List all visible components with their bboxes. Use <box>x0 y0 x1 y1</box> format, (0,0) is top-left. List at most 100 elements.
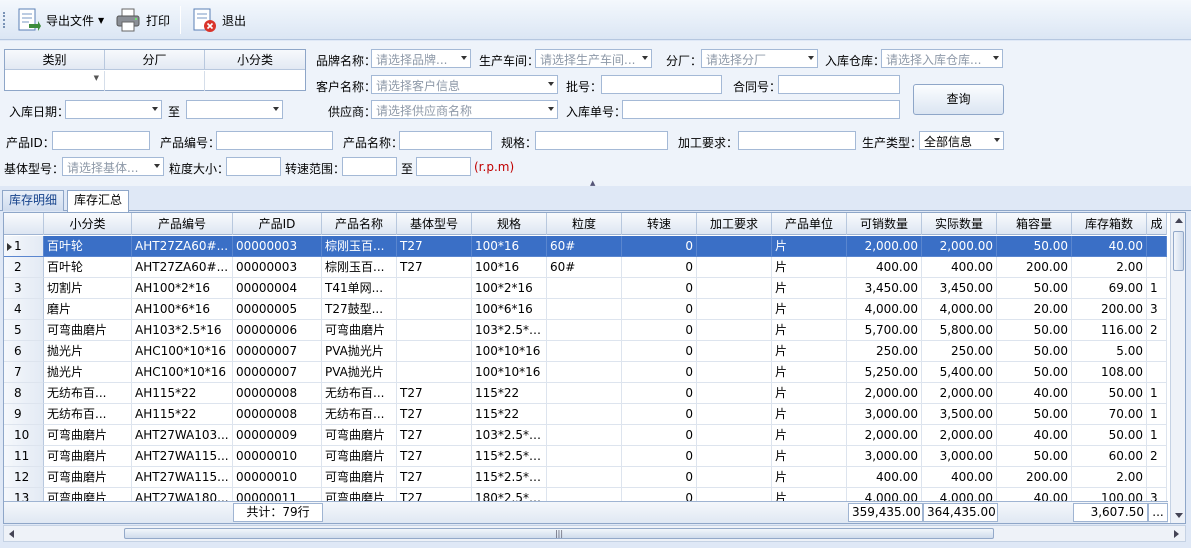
table-row[interactable]: 9 无纺布百... AH115*22 00000008 无纺布百... T27 115*22… <box>4 404 1168 425</box>
toolbar-grip[interactable] <box>3 12 6 28</box>
horizontal-scrollbar[interactable]: ||| <box>3 525 1186 542</box>
table-row[interactable]: 11 可弯曲磨片 AHT27WA115... 00000010 可弯曲磨片 T27 115*… <box>4 446 1168 467</box>
table-cell: 片 <box>772 362 847 383</box>
speed-max-input[interactable] <box>416 157 471 176</box>
cost-col-header[interactable]: 成 <box>1147 213 1167 235</box>
product-name-input[interactable] <box>399 131 492 150</box>
product-code-input[interactable] <box>216 131 333 150</box>
table-cell: 5,400.00 <box>922 362 997 383</box>
subcategory-col-header[interactable]: 小分类 <box>44 213 132 235</box>
table-cell: 可弯曲磨片 <box>44 446 132 467</box>
table-cell: 可弯曲磨片 <box>44 467 132 488</box>
warehouse-select[interactable]: 请选择入库仓库... <box>881 49 1003 68</box>
tab-stock-detail[interactable]: 库存明细 <box>2 190 65 211</box>
contract-input[interactable] <box>778 75 900 94</box>
toolbar: 导出文件 ▼ 打印 退出 <box>0 0 1191 40</box>
chevron-down-icon <box>152 107 158 111</box>
box-count-col-header[interactable]: 库存箱数 <box>1072 213 1147 235</box>
table-cell: 可弯曲磨片 <box>322 488 397 501</box>
table-cell: 片 <box>772 320 847 341</box>
subcategory-header[interactable]: 小分类 <box>205 50 305 70</box>
speed-col-header[interactable]: 转速 <box>622 213 697 235</box>
table-row[interactable]: 2 百叶轮 AHT27ZA60#... 00000003 棕刚玉百... T27 100*1… <box>4 257 1168 278</box>
table-cell: 3,000.00 <box>847 446 922 467</box>
process-col-header[interactable]: 加工要求 <box>697 213 772 235</box>
table-row[interactable]: 13 可弯曲磨片 AHT27WA180... 00000011 可弯曲磨片 T27 180*… <box>4 488 1168 501</box>
product-name-col-header[interactable]: 产品名称 <box>322 213 397 235</box>
table-cell: 100*10*16 <box>472 341 547 362</box>
table-row[interactable]: 6 抛光片 AHC100*10*16 00000007 PVA抛光片 100*10*16 0… <box>4 341 1168 362</box>
scroll-left-icon[interactable] <box>9 530 14 538</box>
production-type-select[interactable]: 全部信息 <box>919 131 1004 150</box>
table-row[interactable]: 5 可弯曲磨片 AH103*2.5*16 00000006 可弯曲磨片 103*2.5*1… <box>4 320 1168 341</box>
indate-end-select[interactable] <box>186 100 283 119</box>
table-cell: 3,450.00 <box>922 278 997 299</box>
speed-min-input[interactable] <box>342 157 397 176</box>
base-select[interactable]: 请选择基体... <box>62 157 164 176</box>
row-number-header[interactable] <box>4 213 44 235</box>
spec-col-header[interactable]: 规格 <box>472 213 547 235</box>
query-button[interactable]: 查询 <box>913 84 1004 115</box>
indate-start-select[interactable] <box>65 100 162 119</box>
product-id-col-header[interactable]: 产品ID <box>233 213 322 235</box>
table-cell <box>547 467 622 488</box>
vertical-scrollbar[interactable] <box>1170 213 1185 523</box>
table-cell: 可弯曲磨片 <box>44 320 132 341</box>
vertical-scroll-thumb[interactable] <box>1173 231 1184 271</box>
table-row[interactable]: 7 抛光片 AHC100*10*16 00000007 PVA抛光片 100*10*16 0… <box>4 362 1168 383</box>
tab-stock-summary[interactable]: 库存汇总 <box>67 190 130 212</box>
supplier-select[interactable]: 请选择供应商名称 <box>371 100 558 119</box>
table-cell <box>547 341 622 362</box>
branch-select[interactable]: 请选择分厂 <box>701 49 818 68</box>
brand-placeholder: 请选择品牌... <box>376 53 448 67</box>
scroll-up-icon[interactable] <box>1175 218 1183 223</box>
footer-more-button[interactable]: ... <box>1148 503 1168 522</box>
box-capacity-col-header[interactable]: 箱容量 <box>997 213 1072 235</box>
workshop-select[interactable]: 请选择生产车间... <box>535 49 652 68</box>
batch-input[interactable] <box>601 75 722 94</box>
base-model-col-header[interactable]: 基体型号 <box>397 213 472 235</box>
table-cell: AH115*22 <box>132 383 233 404</box>
collapse-handle-icon[interactable]: ▲ <box>590 179 595 187</box>
unit-col-header[interactable]: 产品单位 <box>772 213 847 235</box>
process-input[interactable] <box>738 131 856 150</box>
table-row[interactable]: 12 可弯曲磨片 AHT27WA115... 00000010 可弯曲磨片 T27 115*… <box>4 467 1168 488</box>
category-grid[interactable]: 类别 分厂 小分类 ▼ <box>4 49 306 91</box>
exit-button[interactable]: 退出 <box>190 4 246 36</box>
table-row[interactable]: 10 可弯曲磨片 AHT27WA103... 00000009 可弯曲磨片 T27 103*… <box>4 425 1168 446</box>
table-cell: 00000008 <box>233 383 322 404</box>
actual-qty-col-header[interactable]: 实际数量 <box>922 213 997 235</box>
scroll-right-icon[interactable] <box>1174 530 1179 538</box>
horizontal-scroll-thumb[interactable]: ||| <box>124 528 994 539</box>
export-button[interactable]: 导出文件 ▼ <box>14 4 104 36</box>
table-cell: 50.00 <box>997 446 1072 467</box>
customer-select[interactable]: 请选择客户信息 <box>371 75 558 94</box>
workshop-label: 生产车间： <box>479 54 540 68</box>
branch-header[interactable]: 分厂 <box>105 50 205 70</box>
grain-input[interactable] <box>226 157 281 176</box>
subcategory-cell[interactable] <box>205 71 305 91</box>
row-number: 12 <box>4 467 44 488</box>
print-button[interactable]: 打印 <box>114 4 170 36</box>
sale-qty-col-header[interactable]: 可销数量 <box>847 213 922 235</box>
table-cell <box>547 488 622 501</box>
table-row[interactable]: 1 百叶轮 AHT27ZA60#... 00000003 棕刚玉百... T27 100*1… <box>4 236 1168 257</box>
table-cell: 50.00 <box>997 341 1072 362</box>
table-row[interactable]: 4 磨片 AH100*6*16 00000005 T27鼓型... 100*6*16 0 片 4… <box>4 299 1168 320</box>
table-cell: 400.00 <box>922 467 997 488</box>
category-header[interactable]: 类别 <box>5 50 105 70</box>
spec-input[interactable] <box>535 131 668 150</box>
table-row[interactable]: 3 切割片 AH100*2*16 00000004 T41单网... 100*2*16 0 片… <box>4 278 1168 299</box>
scroll-down-icon[interactable] <box>1175 513 1183 518</box>
grain-col-header[interactable]: 粒度 <box>547 213 622 235</box>
product-id-input[interactable] <box>52 131 150 150</box>
product-code-col-header[interactable]: 产品编号 <box>132 213 233 235</box>
table-cell: 50.00 <box>997 278 1072 299</box>
spec-label: 规格： <box>501 136 538 150</box>
table-row[interactable]: 8 无纺布百... AH115*22 00000008 无纺布百... T27 115*22… <box>4 383 1168 404</box>
branch-cell[interactable] <box>105 71 205 91</box>
brand-select[interactable]: 请选择品牌... <box>371 49 471 68</box>
inorder-input[interactable] <box>622 100 900 119</box>
rpm-unit: (r.p.m) <box>474 160 515 174</box>
category-cell[interactable]: ▼ <box>5 71 105 91</box>
